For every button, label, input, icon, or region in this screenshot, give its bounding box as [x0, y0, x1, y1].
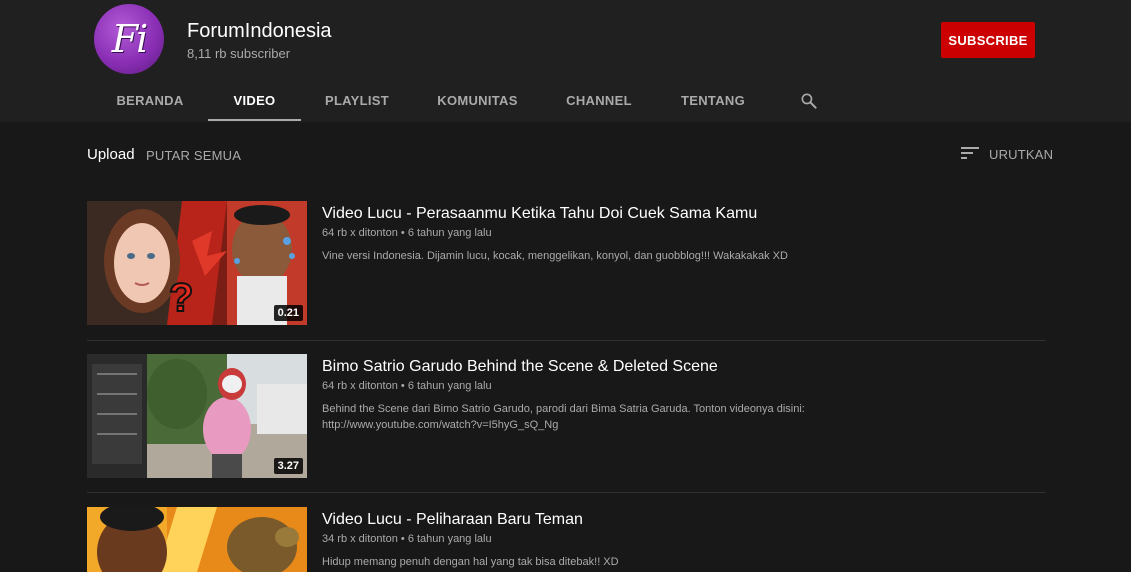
video-age: 6 tahun yang lalu [407, 227, 492, 239]
divider [87, 340, 1046, 341]
video-views: 34 rb x ditonton [322, 533, 398, 545]
description-line: Behind the Scene dari Bimo Satrio Garudo… [322, 403, 805, 415]
description-line: Vine versi Indonesia. Dijamin lucu, koca… [322, 250, 788, 262]
video-item: ? 0.21 Video Lucu - Perasaanmu Ketika Ta… [87, 201, 1046, 325]
sort-icon[interactable] [961, 145, 979, 161]
video-thumbnail[interactable] [87, 507, 307, 572]
video-title[interactable]: Video Lucu - Peliharaan Baru Teman [322, 511, 583, 529]
video-item: Video Lucu - Peliharaan Baru Teman 34 rb… [87, 507, 1046, 572]
channel-avatar[interactable]: Fi [94, 4, 164, 74]
video-meta: 64 rb x ditonton • 6 tahun yang lalu [322, 227, 492, 239]
description-line: Hidup memang penuh dengan hal yang tak b… [322, 556, 619, 568]
video-views: 64 rb x ditonton [322, 380, 398, 392]
tab-tentang[interactable]: TENTANG [668, 80, 758, 121]
divider [87, 492, 1046, 493]
video-thumbnail[interactable]: ? 0.21 [87, 201, 307, 325]
svg-text:?: ? [169, 276, 193, 320]
channel-name: ForumIndonesia [187, 20, 332, 42]
video-age: 6 tahun yang lalu [407, 380, 492, 392]
video-description: Vine versi Indonesia. Dijamin lucu, koca… [322, 248, 1022, 264]
subscribe-button[interactable]: SUBSCRIBE [941, 22, 1035, 58]
tab-beranda[interactable]: BERANDA [94, 80, 206, 121]
video-meta: 34 rb x ditonton • 6 tahun yang lalu [322, 533, 492, 545]
tab-video[interactable]: VIDEO [208, 80, 301, 121]
search-icon[interactable] [799, 91, 819, 111]
avatar-text: Fi [111, 17, 149, 61]
video-duration: 3.27 [273, 458, 303, 474]
video-age: 6 tahun yang lalu [407, 533, 492, 545]
tab-channel[interactable]: CHANNEL [550, 80, 648, 121]
description-line: http://www.youtube.com/watch?v=I5hyG_sQ_… [322, 419, 559, 431]
tab-playlist[interactable]: PLAYLIST [309, 80, 405, 121]
subscriber-count: 8,11 rb subscriber [187, 46, 291, 61]
video-duration: 0.21 [273, 305, 303, 321]
video-description: Hidup memang penuh dengan hal yang tak b… [322, 554, 1022, 570]
video-meta: 64 rb x ditonton • 6 tahun yang lalu [322, 380, 492, 392]
video-views: 64 rb x ditonton [322, 227, 398, 239]
channel-header: Fi ForumIndonesia 8,11 rb subscriber SUB… [0, 0, 1131, 122]
video-description: Behind the Scene dari Bimo Satrio Garudo… [322, 401, 1022, 433]
play-all-button[interactable]: PUTAR SEMUA [146, 148, 241, 163]
video-title[interactable]: Video Lucu - Perasaanmu Ketika Tahu Doi … [322, 205, 757, 223]
upload-label: Upload [87, 146, 135, 163]
thumbnail-image [87, 507, 307, 572]
video-thumbnail[interactable]: 3.27 [87, 354, 307, 478]
sort-button[interactable]: URUTKAN [989, 147, 1053, 162]
video-title[interactable]: Bimo Satrio Garudo Behind the Scene & De… [322, 358, 718, 376]
video-item: 3.27 Bimo Satrio Garudo Behind the Scene… [87, 354, 1046, 478]
tab-komunitas[interactable]: KOMUNITAS [425, 80, 530, 121]
